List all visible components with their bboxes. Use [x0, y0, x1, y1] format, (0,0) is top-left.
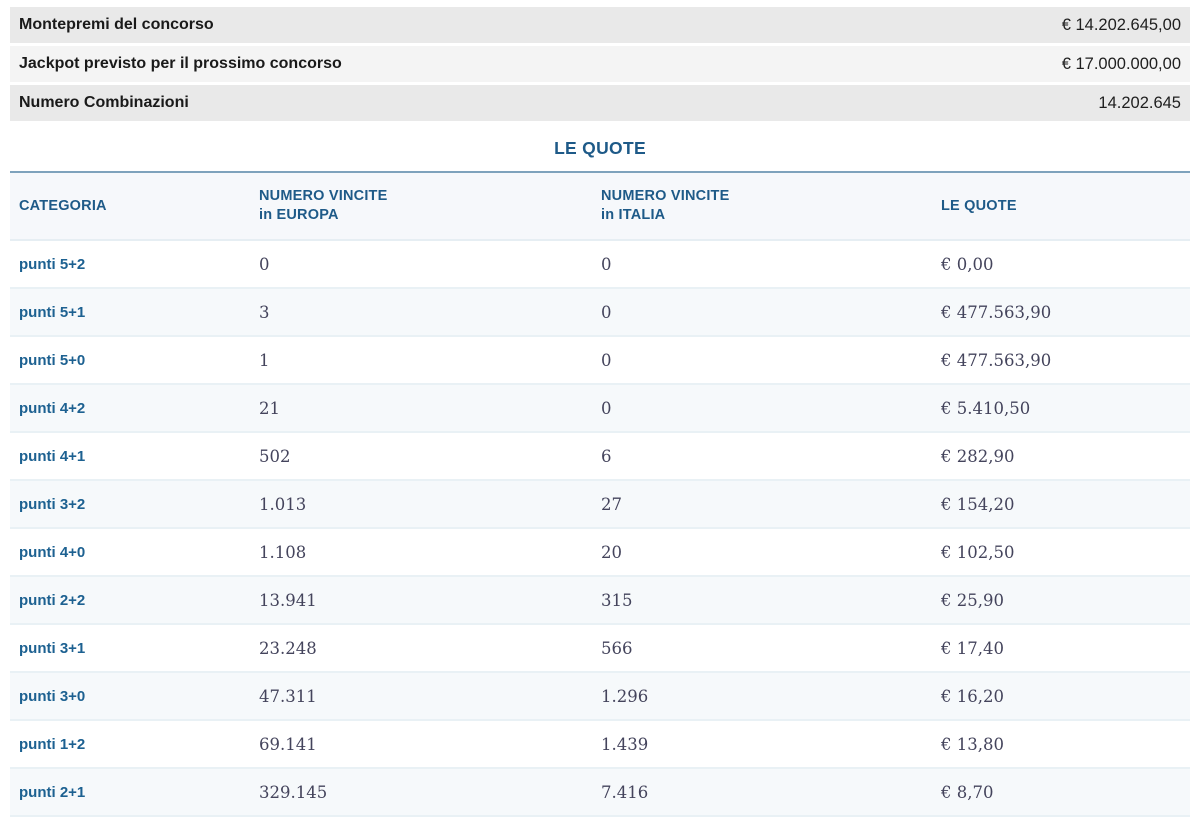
quota-cell: € 25,90: [941, 590, 1004, 610]
vincite-italia-cell: 0: [601, 398, 612, 418]
quota-cell: € 17,40: [941, 638, 1004, 658]
categoria-cell: punti 2+1: [19, 783, 86, 801]
quotes-table-body: punti 5+2 0 0 € 0,00 punti 5+1 3 0 € 477…: [10, 241, 1190, 817]
table-row: punti 4+2 21 0 € 5.410,50: [10, 385, 1190, 433]
categoria-cell: punti 4+0: [19, 543, 86, 561]
table-row: punti 3+2 1.013 27 € 154,20: [10, 481, 1190, 529]
categoria-cell: punti 3+0: [19, 687, 86, 705]
categoria-cell: punti 4+1: [19, 447, 86, 465]
vincite-europa-cell: 1.013: [259, 494, 307, 514]
column-header-line: in ITALIA: [601, 207, 666, 223]
quota-cell: € 154,20: [941, 494, 1015, 514]
quotes-table-header: CATEGORIA NUMERO VINCITE in EUROPA NUMER…: [10, 173, 1190, 241]
table-row: punti 5+1 3 0 € 477.563,90: [10, 289, 1190, 337]
categoria-cell: punti 1+2: [19, 735, 86, 753]
quota-cell: € 0,00: [941, 254, 994, 274]
table-row: punti 3+1 23.248 566 € 17,40: [10, 625, 1190, 673]
vincite-europa-cell: 502: [259, 446, 291, 466]
vincite-europa-cell: 1: [259, 350, 270, 370]
summary-value: € 17.000.000,00: [1061, 54, 1181, 73]
categoria-cell: punti 5+1: [19, 303, 86, 321]
quota-cell: € 282,90: [941, 446, 1015, 466]
vincite-italia-cell: 27: [601, 494, 622, 514]
column-header-line: NUMERO VINCITE: [601, 188, 730, 204]
vincite-europa-cell: 1.108: [259, 542, 307, 562]
quota-cell: € 8,70: [941, 782, 994, 802]
table-row: punti 2+2 13.941 315 € 25,90: [10, 577, 1190, 625]
quota-cell: € 13,80: [941, 734, 1004, 754]
column-header-vincite-italia: NUMERO VINCITE in ITALIA: [592, 173, 932, 239]
column-header-line: LE QUOTE: [941, 197, 1017, 214]
vincite-europa-cell: 69.141: [259, 734, 317, 754]
quota-cell: € 477.563,90: [941, 350, 1052, 370]
quotes-table: CATEGORIA NUMERO VINCITE in EUROPA NUMER…: [10, 171, 1190, 817]
table-row: punti 1+2 69.141 1.439 € 13,80: [10, 721, 1190, 769]
vincite-italia-cell: 6: [601, 446, 612, 466]
vincite-italia-cell: 0: [601, 254, 612, 274]
categoria-cell: punti 4+2: [19, 399, 86, 417]
table-row: punti 5+2 0 0 € 0,00: [10, 241, 1190, 289]
summary-label: Montepremi del concorso: [19, 16, 214, 33]
vincite-italia-cell: 315: [601, 590, 633, 610]
summary-row: Montepremi del concorso € 14.202.645,00: [10, 7, 1190, 43]
vincite-europa-cell: 329.145: [259, 782, 328, 802]
summary-value: 14.202.645: [1098, 93, 1181, 112]
column-header-line: CATEGORIA: [19, 197, 107, 214]
column-header-line: NUMERO VINCITE: [259, 188, 388, 204]
table-row: punti 4+0 1.108 20 € 102,50: [10, 529, 1190, 577]
table-row: punti 4+1 502 6 € 282,90: [10, 433, 1190, 481]
quota-cell: € 5.410,50: [941, 398, 1031, 418]
quota-cell: € 16,20: [941, 686, 1004, 706]
summary-row: Jackpot previsto per il prossimo concors…: [10, 46, 1190, 82]
quota-cell: € 102,50: [941, 542, 1015, 562]
column-header-le-quote: LE QUOTE: [932, 173, 1190, 239]
table-row: punti 5+0 1 0 € 477.563,90: [10, 337, 1190, 385]
categoria-cell: punti 5+0: [19, 351, 86, 369]
vincite-italia-cell: 20: [601, 542, 622, 562]
column-header-vincite-europa: NUMERO VINCITE in EUROPA: [250, 173, 592, 239]
eurojackpot-results-page: Montepremi del concorso € 14.202.645,00 …: [0, 0, 1200, 817]
categoria-cell: punti 2+2: [19, 591, 86, 609]
vincite-europa-cell: 23.248: [259, 638, 317, 658]
summary-label: Numero Combinazioni: [19, 94, 189, 111]
vincite-europa-cell: 3: [259, 302, 270, 322]
vincite-italia-cell: 1.439: [601, 734, 649, 754]
vincite-italia-cell: 7.416: [601, 782, 649, 802]
table-row: punti 2+1 329.145 7.416 € 8,70: [10, 769, 1190, 817]
vincite-europa-cell: 47.311: [259, 686, 317, 706]
summary-row: Numero Combinazioni 14.202.645: [10, 85, 1190, 121]
summary-section: Montepremi del concorso € 14.202.645,00 …: [10, 7, 1190, 121]
column-header-categoria: CATEGORIA: [10, 173, 250, 239]
categoria-cell: punti 5+2: [19, 255, 86, 273]
categoria-cell: punti 3+2: [19, 495, 86, 513]
vincite-italia-cell: 566: [601, 638, 633, 658]
vincite-europa-cell: 21: [259, 398, 280, 418]
column-header-line: in EUROPA: [259, 207, 339, 223]
quota-cell: € 477.563,90: [941, 302, 1052, 322]
vincite-europa-cell: 13.941: [259, 590, 317, 610]
quotes-section-title: LE QUOTE: [554, 138, 646, 158]
vincite-italia-cell: 0: [601, 302, 612, 322]
vincite-italia-cell: 1.296: [601, 686, 649, 706]
summary-label: Jackpot previsto per il prossimo concors…: [19, 55, 342, 72]
vincite-italia-cell: 0: [601, 350, 612, 370]
summary-value: € 14.202.645,00: [1061, 15, 1181, 34]
vincite-europa-cell: 0: [259, 254, 270, 274]
categoria-cell: punti 3+1: [19, 639, 86, 657]
table-row: punti 3+0 47.311 1.296 € 16,20: [10, 673, 1190, 721]
